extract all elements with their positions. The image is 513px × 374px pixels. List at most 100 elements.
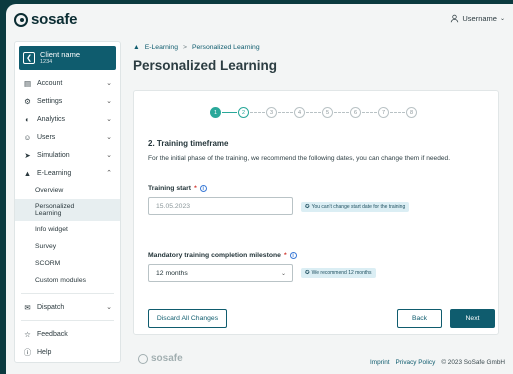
analytics-icon: ◐ [25,114,30,124]
copyright: © 2023 SoSafe GmbH [441,359,505,366]
sidebar-subitem-overview[interactable]: Overview [15,182,120,199]
imprint-link[interactable]: Imprint [370,359,390,366]
milestone-hint: ✪ We recommend 12 months [301,268,376,278]
breadcrumb-separator: > [183,44,187,51]
sidebar-item-label: Simulation [37,151,70,159]
breadcrumb-root[interactable]: E-Learning [145,44,178,51]
footer-logo-text: sosafe [151,353,183,364]
help-icon: ⓘ [23,347,32,357]
client-name: Client name [40,50,81,59]
elearning-icon: ▲ [133,44,140,51]
sidebar-item-label: Account [37,79,63,87]
milestone-select[interactable]: 12 months ⌄ [148,264,293,282]
star-icon: ☆ [24,329,31,339]
label-text: Mandatory training completion milestone [148,252,281,259]
step-connector [222,112,237,113]
logo[interactable]: sosafe [14,11,78,28]
sidebar-item-label: Feedback [37,330,68,338]
elearning-icon: ▲ [23,168,32,178]
sidebar-subitem-info-widget[interactable]: Info widget [15,221,120,238]
back-button[interactable]: Back [397,309,442,328]
stepper: 1 2 3 4 5 6 7 8 [210,107,417,118]
chevron-down-icon: ⌄ [106,304,112,311]
sidebar-item-users[interactable]: ☺ Users ⌄ [15,128,120,146]
mail-icon: ✉ [24,302,31,312]
sidebar: ❮ Client name 1234 ▤ Account ⌄ ⚙ Setting… [14,41,121,363]
page-title: Personalized Learning [133,58,278,73]
section-description: For the initial phase of the training, w… [148,155,451,162]
sidebar-item-label: Help [37,348,52,356]
chevron-down-icon: ⌄ [106,80,112,87]
required-mark: * [283,252,287,259]
sidebar-item-label: Analytics [37,115,66,123]
footer-logo: sosafe [138,353,183,364]
label-text: Training start [148,185,192,192]
privacy-policy-link[interactable]: Privacy Policy [396,359,436,366]
sidebar-item-help[interactable]: ⓘ Help [15,343,120,361]
info-badge-icon: ✪ [305,270,310,276]
sidebar-subitem-scorm[interactable]: SCORM [15,255,120,272]
step-7[interactable]: 7 [378,107,389,118]
step-connector [306,112,321,113]
step-4[interactable]: 4 [294,107,305,118]
client-id: 1234 [40,59,53,65]
sidebar-item-settings[interactable]: ⚙ Settings ⌄ [15,92,120,110]
info-badge-icon: ✪ [305,204,310,210]
top-bar: sosafe Username ⌄ [6,4,513,36]
step-2[interactable]: 2 [238,107,249,118]
sosafe-logo-icon [138,353,148,364]
breadcrumb-current[interactable]: Personalized Learning [192,44,260,51]
step-connector [278,112,293,113]
divider [21,320,114,321]
chevron-down-icon: ⌄ [499,16,505,22]
info-icon[interactable]: i [199,185,207,192]
step-1[interactable]: 1 [210,107,221,118]
chevron-down-icon: ⌄ [106,152,112,159]
gear-icon: ⚙ [24,96,31,106]
user-menu[interactable]: Username ⌄ [450,14,505,23]
sidebar-item-elearning[interactable]: ▲ E-Learning ⌃ [15,164,120,182]
step-6[interactable]: 6 [350,107,361,118]
sidebar-item-dispatch[interactable]: ✉ Dispatch ⌄ [15,298,120,316]
training-start-hint: ✪ You can't change start date for the tr… [301,202,410,212]
hint-text: You can't change start date for the trai… [311,204,406,210]
section-title: 2. Training timeframe [148,139,229,148]
sidebar-item-label: Dispatch [37,303,65,311]
step-connector [390,112,405,113]
user-icon [451,14,459,23]
chevron-down-icon: ⌄ [106,98,112,105]
sidebar-item-label: Users [37,133,56,141]
sidebar-item-label: Settings [37,97,63,105]
sidebar-subitem-custom-modules[interactable]: Custom modules [15,272,120,289]
sidebar-subitem-personalized-learning[interactable]: Personalized Learning [15,199,120,221]
hint-text: We recommend 12 months [311,270,372,276]
discard-changes-button[interactable]: Discard All Changes [148,309,227,328]
milestone-label: Mandatory training completion milestone … [148,252,297,259]
required-mark: * [194,185,197,192]
sidebar-item-account[interactable]: ▤ Account ⌄ [15,74,120,92]
step-connector [250,112,265,113]
training-start-label: Training start * i [148,185,207,192]
client-selector[interactable]: ❮ Client name 1234 [19,46,116,70]
username: Username [462,14,497,23]
next-button[interactable]: Next [450,309,495,328]
sosafe-logo-icon [14,12,28,27]
app-window: sosafe Username ⌄ ❮ Client name 1234 ▤ A… [6,4,513,374]
client-icon: ❮ [23,52,35,64]
training-start-field[interactable]: 15.05.2023 [148,197,293,215]
document-icon: ▤ [23,78,32,88]
select-value: 12 months [156,269,188,277]
breadcrumb: ▲ E-Learning > Personalized Learning [133,44,260,51]
wizard-card: 1 2 3 4 5 6 7 8 2. Training timeframe Fo… [133,90,499,335]
info-icon[interactable]: i [289,252,297,259]
step-5[interactable]: 5 [322,107,333,118]
divider [21,293,114,294]
sidebar-item-label: E-Learning [37,169,72,177]
step-3[interactable]: 3 [266,107,277,118]
sidebar-item-feedback[interactable]: ☆ Feedback [15,325,120,343]
sidebar-item-analytics[interactable]: ◐ Analytics ⌄ [15,110,120,128]
simulation-icon: ➤ [24,150,31,160]
step-8[interactable]: 8 [406,107,417,118]
sidebar-subitem-survey[interactable]: Survey [15,238,120,255]
sidebar-item-simulation[interactable]: ➤ Simulation ⌄ [15,146,120,164]
